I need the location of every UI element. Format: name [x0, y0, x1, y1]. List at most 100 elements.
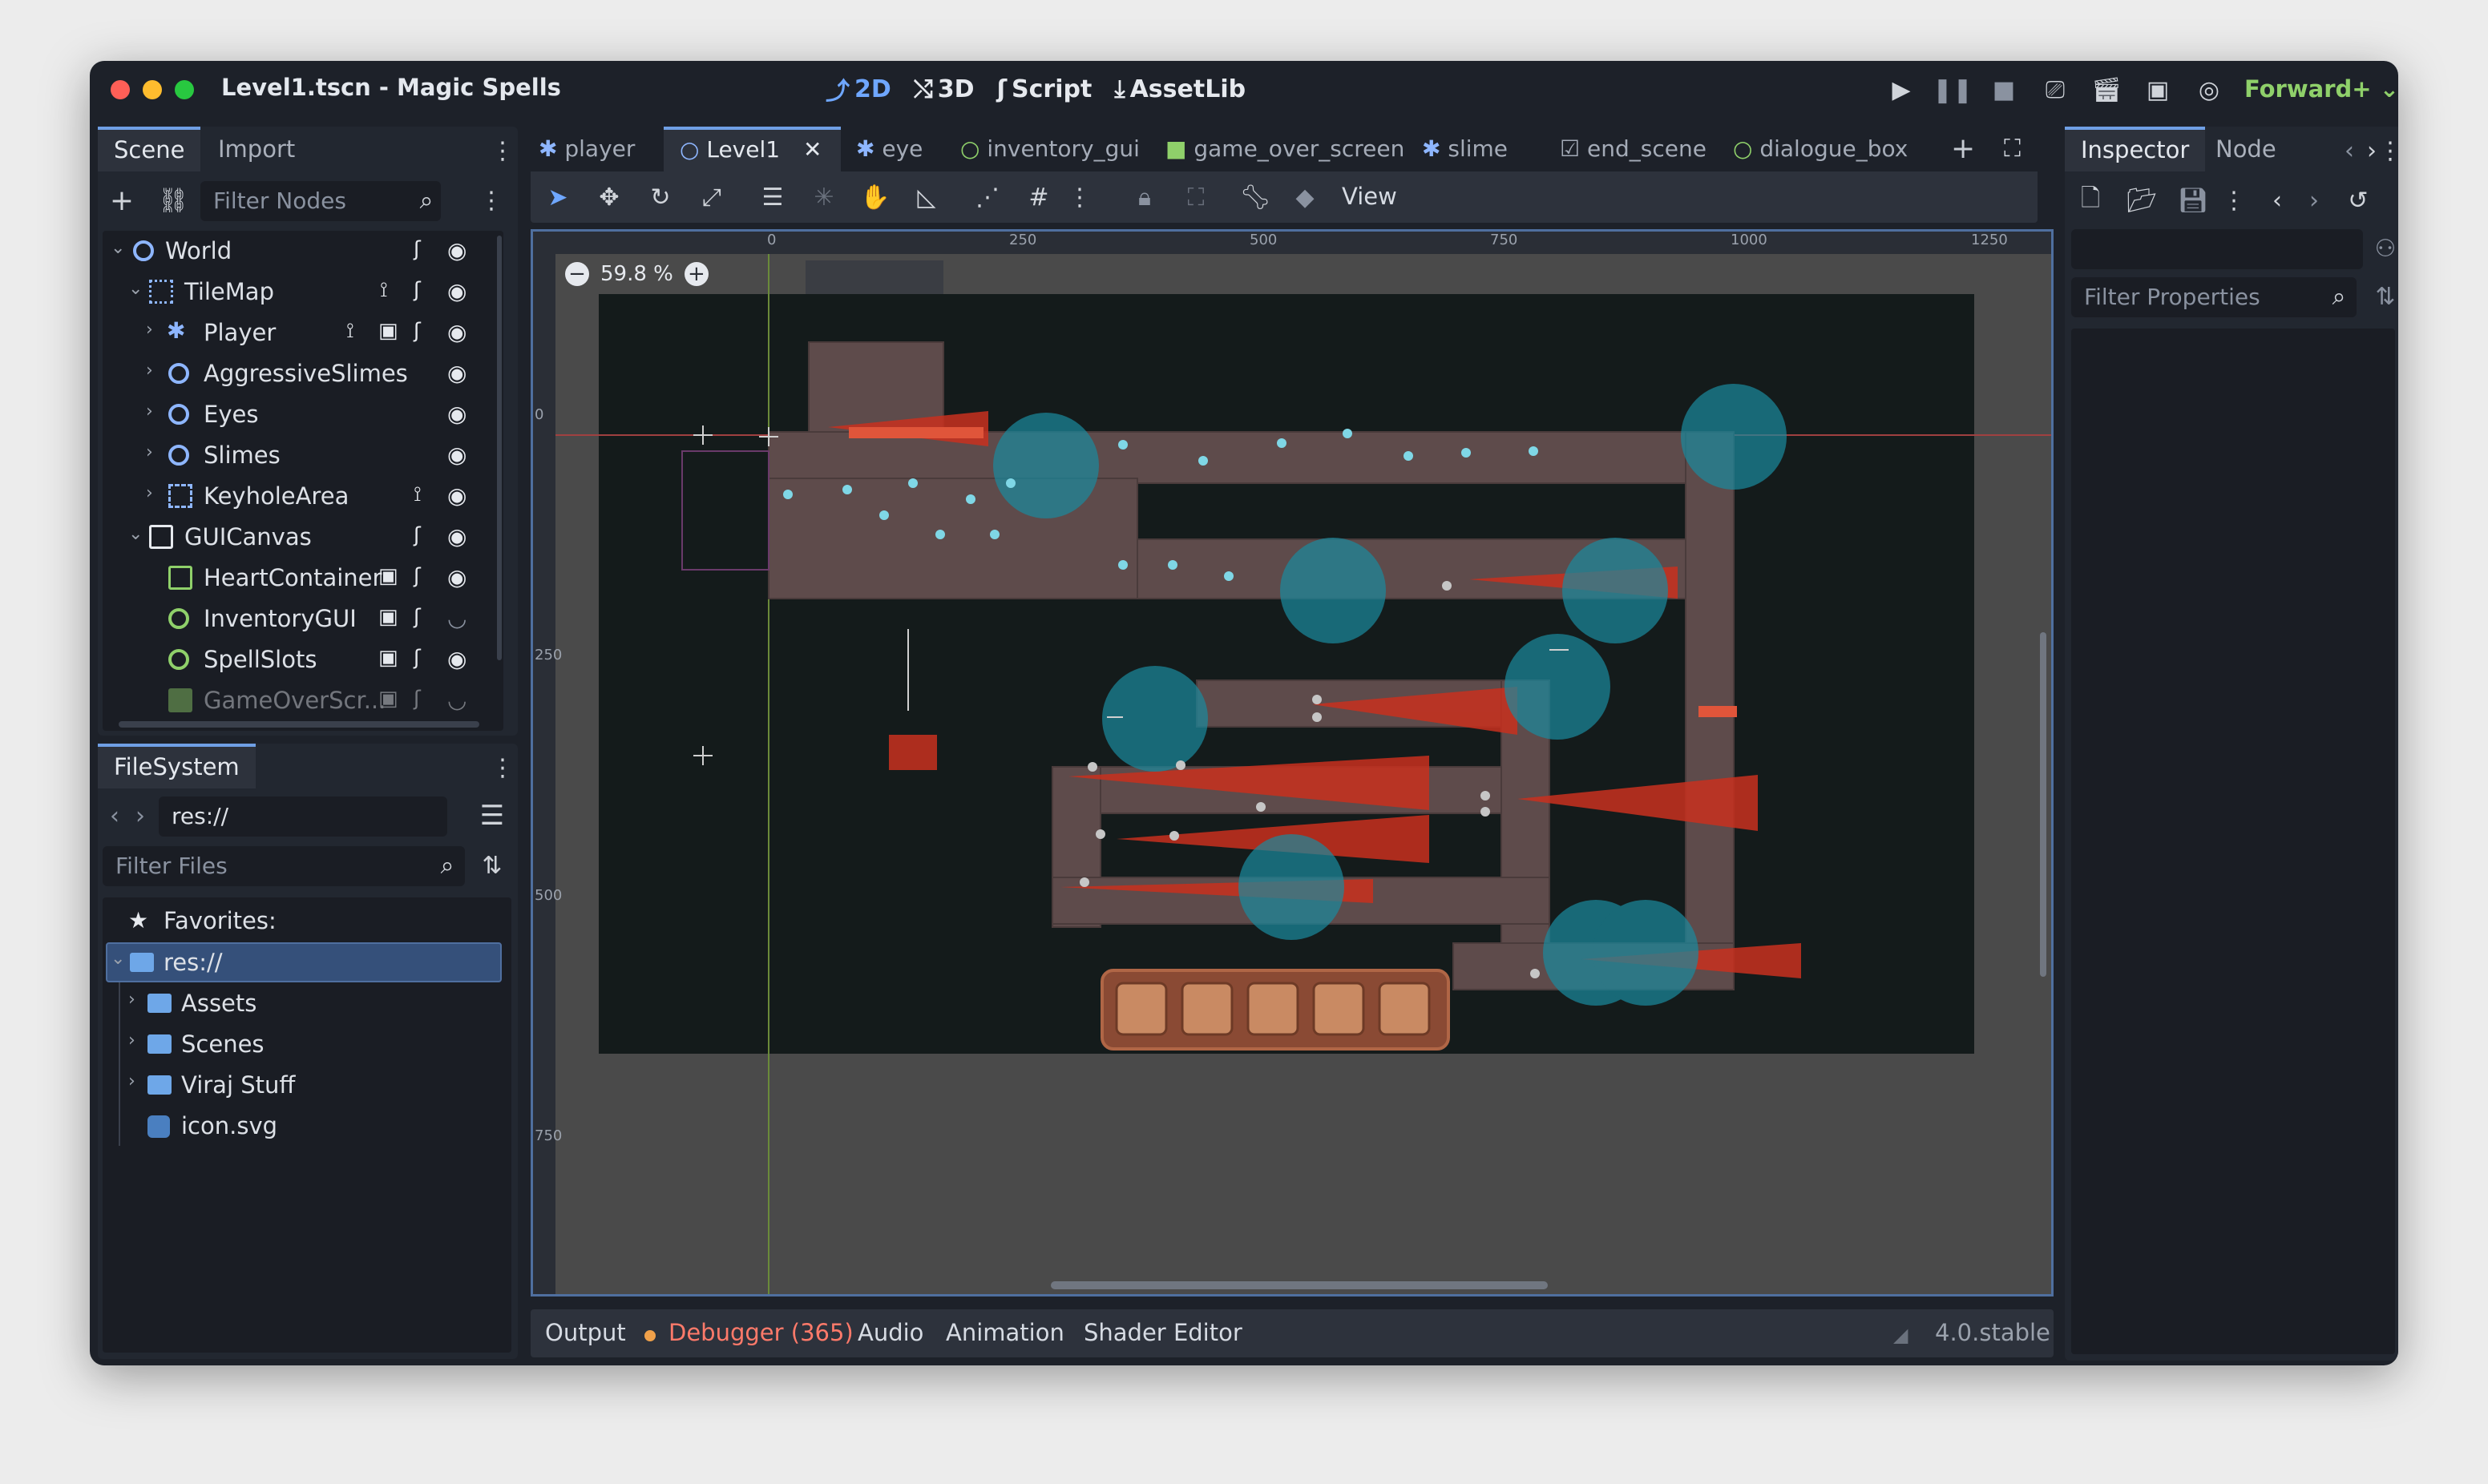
chevron-right-icon[interactable]: › [146, 320, 153, 340]
scene-tab-inventory-gui[interactable]: ○ inventory_gui [960, 127, 1140, 171]
tree-node-gameoverscreen[interactable]: GameOverScr... ▣ ʃ ◡ [103, 680, 503, 721]
scene-tab-eye[interactable]: ✱ eye [856, 127, 923, 171]
chevron-right-icon[interactable]: › [128, 1030, 135, 1050]
script-icon[interactable]: ʃ [414, 646, 421, 670]
snap-options-icon[interactable]: ⋮ [1068, 181, 1092, 213]
bottom-tab-debugger[interactable]: Debugger (365) [668, 1319, 854, 1346]
lock-icon[interactable]: 🔒︎ [1129, 181, 1161, 213]
object-path-field[interactable] [2071, 229, 2363, 269]
play-custom-scene-icon[interactable]: ▣ [2142, 74, 2174, 106]
res-root-row[interactable]: ⌄ res:// [103, 942, 511, 983]
visibility-eye-icon[interactable]: ◉ [447, 442, 466, 468]
viewport-2d[interactable]: 0 250 500 750 1000 1250 0 250 500 750 − … [531, 229, 2054, 1296]
rotate-tool-icon[interactable]: ↻ [644, 181, 677, 213]
close-window-button[interactable] [111, 80, 130, 99]
filter-files-input[interactable]: Filter Files [103, 846, 465, 886]
remote-debug-icon[interactable]: ⎚ [2039, 74, 2071, 106]
scene-tree-h-scrollbar[interactable] [119, 721, 479, 728]
new-resource-icon[interactable]: 🗋︎ [2074, 184, 2106, 216]
tree-node-player[interactable]: › ✱ Player ⟟ ▣ ʃ ◉ [103, 313, 503, 353]
script-icon[interactable]: ʃ [414, 564, 421, 588]
file-icon-svg-row[interactable]: icon.svg [103, 1106, 511, 1147]
chevron-left-icon[interactable]: ‹ [103, 800, 127, 832]
filter-nodes-input[interactable]: Filter Nodes [200, 181, 441, 221]
tree-node-spellslots[interactable]: SpellSlots ▣ ʃ ◉ [103, 639, 503, 680]
filter-properties-input[interactable]: Filter Properties [2071, 277, 2357, 317]
smart-snap-icon[interactable]: ⋰ [971, 181, 1004, 213]
sort-icon[interactable]: ⇅ [476, 849, 508, 881]
chevron-right-icon[interactable]: › [146, 483, 153, 503]
visibility-eye-icon[interactable]: ◉ [447, 401, 466, 427]
folder-scenes-row[interactable]: › Scenes [103, 1024, 511, 1065]
tree-node-heartcontainer[interactable]: HeartContainer ▣ ʃ ◉ [103, 558, 503, 599]
scene-tab-level1[interactable]: ○ Level1 ✕ [664, 127, 842, 171]
scene-tab-slime[interactable]: ✱ slime [1422, 127, 1508, 171]
visibility-eye-icon[interactable]: ◉ [447, 360, 466, 386]
stop-icon[interactable]: ■ [1988, 74, 2020, 106]
minimize-window-button[interactable] [143, 80, 162, 99]
scene-tree-menu-icon[interactable]: ⋮ [479, 184, 503, 216]
chevron-right-icon[interactable]: › [146, 442, 153, 462]
dock-menu-icon[interactable]: ⋮ [491, 752, 515, 784]
grid-snap-icon[interactable]: # [1023, 181, 1055, 213]
move-tool-icon[interactable]: ✥ [593, 181, 625, 213]
chevron-down-icon[interactable]: ⌄ [128, 279, 143, 299]
tree-node-eyes[interactable]: › Eyes ◉ [103, 394, 503, 435]
script-icon[interactable]: ʃ [414, 237, 421, 261]
ruler-tool-icon[interactable]: ◺ [911, 181, 943, 213]
history-icon[interactable]: ↺ [2342, 184, 2374, 216]
movie-maker-icon[interactable]: ◎ [2193, 74, 2225, 106]
instance-scene-icon[interactable]: ⛓ [157, 184, 189, 216]
script-icon[interactable]: ʃ [414, 278, 421, 302]
scale-tool-icon[interactable]: ⤢ [696, 181, 728, 213]
visibility-eye-icon[interactable]: ◉ [447, 237, 466, 264]
open-scene-icon[interactable]: ▣ [378, 564, 398, 588]
script-icon[interactable]: ʃ [414, 687, 421, 711]
list-select-icon[interactable]: ☰ [757, 181, 789, 213]
zoom-window-button[interactable] [175, 80, 194, 99]
folder-assets-row[interactable]: › Assets [103, 983, 511, 1024]
pause-icon[interactable]: ❚❚ [1933, 74, 1973, 106]
save-resource-icon[interactable]: 💾︎ [2177, 184, 2209, 216]
tree-node-keyholearea[interactable]: › KeyholeArea ⟟ ◉ [103, 476, 503, 517]
scene-tree-scrollbar[interactable] [497, 236, 502, 660]
visibility-eye-icon[interactable]: ◉ [447, 564, 466, 591]
scene-tab-game-over-screen[interactable]: ■ game_over_screen [1165, 127, 1404, 171]
open-scene-icon[interactable]: ▣ [378, 687, 398, 711]
pan-tool-icon[interactable]: ✋ [859, 181, 891, 213]
tab-inspector[interactable]: Inspector [2065, 127, 2206, 171]
workspace-assetlib-button[interactable]: ⤓ AssetLib [1114, 71, 1246, 107]
favorites-row[interactable]: ★ Favorites: [103, 901, 511, 942]
script-icon[interactable]: ʃ [414, 523, 421, 547]
camera-override-icon[interactable]: ◆ [1289, 181, 1321, 213]
open-scene-icon[interactable]: ▣ [378, 319, 398, 343]
tree-node-slimes[interactable]: › Slimes ◉ [103, 435, 503, 476]
chevron-down-icon[interactable]: ⌄ [111, 949, 125, 969]
viewport-h-scrollbar[interactable] [1051, 1281, 1548, 1289]
tree-node-inventorygui[interactable]: InventoryGUI ▣ ʃ ◡ [103, 599, 503, 639]
visibility-eye-icon[interactable]: ◉ [447, 319, 466, 345]
hidden-eye-icon[interactable]: ◡ [447, 687, 466, 713]
hidden-eye-icon[interactable]: ◡ [447, 605, 466, 631]
bone-icon[interactable]: 🦴︎ [1239, 181, 1271, 213]
open-scene-icon[interactable]: ▣ [378, 646, 398, 670]
pivot-tool-icon[interactable]: ✳ [808, 181, 840, 213]
signal-icon[interactable]: ⟟ [380, 278, 388, 303]
load-resource-icon[interactable]: 📂︎ [2126, 184, 2158, 216]
tree-node-guicanvas[interactable]: ⌄ GUICanvas ʃ ◉ [103, 517, 503, 558]
zoom-level[interactable]: 59.8 % [600, 262, 673, 286]
bottom-tab-audio[interactable]: Audio [858, 1319, 923, 1346]
renderer-select[interactable]: Forward+ ⌄ [2244, 75, 2398, 103]
tab-node[interactable]: Node [2199, 127, 2292, 171]
play-icon[interactable]: ▶ [1885, 74, 1917, 106]
add-node-icon[interactable]: + [106, 184, 138, 217]
zoom-out-icon[interactable]: − [565, 262, 589, 286]
visibility-eye-icon[interactable]: ◉ [447, 523, 466, 550]
chevron-right-icon[interactable]: › [146, 361, 153, 381]
view-menu[interactable]: View [1342, 183, 1397, 210]
workspace-script-button[interactable]: ʃ Script [997, 71, 1093, 107]
tab-scene[interactable]: Scene [98, 127, 201, 171]
property-sort-icon[interactable]: ⇅ [2369, 280, 2398, 313]
chevron-right-icon[interactable]: › [128, 1071, 135, 1091]
visibility-eye-icon[interactable]: ◉ [447, 482, 466, 509]
